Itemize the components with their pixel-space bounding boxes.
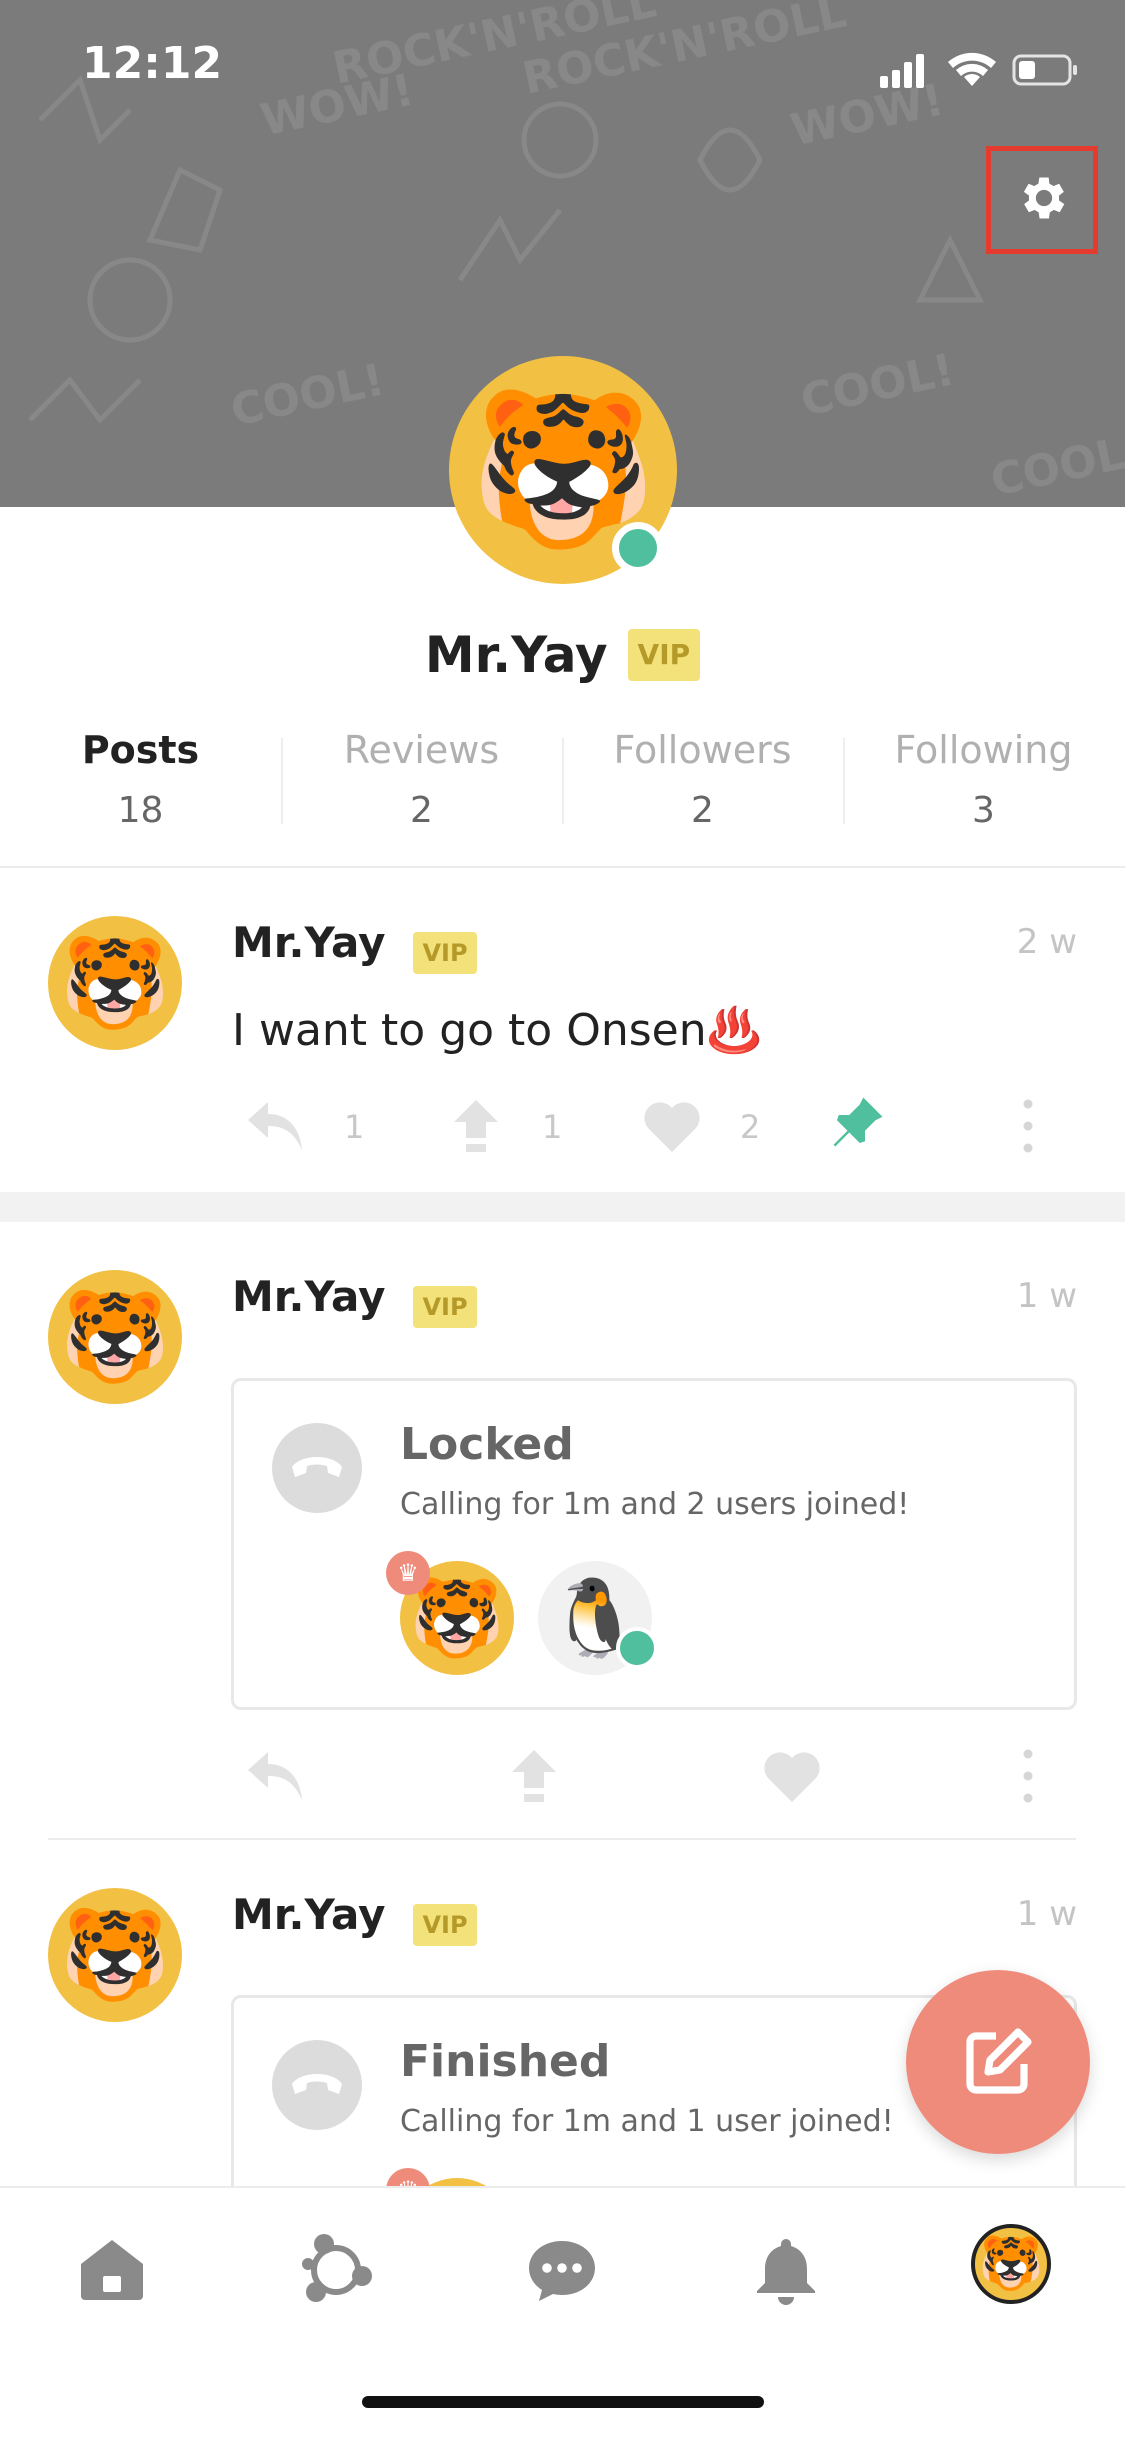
post-author-avatar[interactable]: 🐯 — [48, 1270, 182, 1404]
post-header: Mr.Yay VIP — [232, 1272, 477, 1328]
post-actions — [232, 1748, 1082, 1808]
post-timestamp: 2 w — [1016, 922, 1077, 962]
bell-icon — [757, 2239, 815, 2305]
divider — [0, 866, 1125, 868]
tab-following[interactable]: Following 3 — [843, 728, 1124, 831]
call-status-title: Finished — [400, 2036, 611, 2087]
battery-icon — [1012, 54, 1077, 86]
gear-icon[interactable] — [1016, 170, 1072, 226]
nav-chat[interactable] — [522, 2230, 602, 2310]
post-author-name[interactable]: Mr.Yay — [232, 918, 385, 967]
tab-label: Posts — [81, 728, 200, 772]
tab-count: 18 — [117, 790, 164, 831]
nav-home[interactable] — [72, 2230, 152, 2310]
call-card[interactable]: Locked Calling for 1m and 2 users joined… — [231, 1378, 1077, 1710]
phone-hangup-icon — [272, 1423, 362, 1513]
like-count: 2 — [740, 1108, 761, 1146]
compose-icon — [966, 2028, 1032, 2094]
tab-followers[interactable]: Followers 2 — [562, 728, 843, 831]
compose-button[interactable] — [906, 1970, 1090, 2154]
post-author-avatar[interactable]: 🐯 — [48, 916, 182, 1050]
tab-label: Reviews — [343, 728, 500, 772]
profile-name: Mr.Yay — [424, 626, 608, 684]
call-status-title: Locked — [400, 1419, 574, 1470]
post-header: Mr.Yay VIP — [232, 918, 477, 974]
tab-label: Following — [894, 728, 1073, 772]
tab-label: Followers — [613, 728, 792, 772]
tab-count: 2 — [691, 790, 714, 831]
post-separator — [0, 1192, 1125, 1222]
more-vertical-icon[interactable] — [1018, 1098, 1038, 1154]
signal-icon — [880, 54, 924, 88]
heart-icon[interactable] — [640, 1098, 704, 1154]
vip-badge: VIP — [413, 1903, 477, 1946]
post-author-name[interactable]: Mr.Yay — [232, 1272, 385, 1321]
status-icons — [880, 52, 1077, 88]
crown-icon: ♛ — [386, 1551, 430, 1595]
post-timestamp: 1 w — [1016, 1276, 1077, 1316]
reply-icon[interactable] — [244, 1098, 308, 1154]
online-status-dot — [612, 522, 664, 574]
network-icon — [302, 2234, 372, 2302]
chat-bubble-icon — [529, 2241, 595, 2301]
post-timestamp: 1 w — [1016, 1894, 1077, 1934]
profile-name-row: Mr.Yay VIP — [0, 626, 1125, 684]
reply-icon[interactable] — [244, 1748, 308, 1804]
tab-count: 3 — [972, 790, 995, 831]
reply-count: 1 — [344, 1108, 365, 1146]
user-badge-icon — [616, 1627, 658, 1669]
home-icon — [81, 2240, 143, 2300]
profile-avatar-icon[interactable]: 🐯 — [971, 2224, 1051, 2304]
pin-icon[interactable] — [826, 1094, 890, 1150]
vip-badge: VIP — [413, 1285, 477, 1328]
nav-network[interactable] — [296, 2230, 376, 2310]
vip-badge: VIP — [627, 629, 701, 681]
post-author-avatar[interactable]: 🐯 — [48, 1888, 182, 2022]
share-count: 1 — [542, 1108, 563, 1146]
status-time: 12:12 — [82, 38, 223, 89]
post-author-name[interactable]: Mr.Yay — [232, 1890, 385, 1939]
nav-notifications[interactable] — [746, 2230, 826, 2310]
home-indicator — [362, 2396, 764, 2408]
tab-posts[interactable]: Posts 18 — [0, 728, 281, 831]
tab-count: 2 — [410, 790, 433, 831]
vip-badge: VIP — [413, 931, 477, 974]
call-status-subtitle: Calling for 1m and 2 users joined! — [400, 1487, 910, 1522]
share-arrow-icon[interactable] — [502, 1748, 566, 1804]
call-status-subtitle: Calling for 1m and 1 user joined! — [400, 2104, 894, 2139]
post-separator — [48, 1838, 1076, 1840]
phone-hangup-icon — [272, 2040, 362, 2130]
post-text[interactable]: I want to go to Onsen♨️ — [232, 1004, 761, 1056]
heart-icon[interactable] — [760, 1748, 824, 1804]
wifi-icon — [948, 52, 996, 86]
share-arrow-icon[interactable] — [444, 1098, 508, 1154]
more-vertical-icon[interactable] — [1018, 1748, 1038, 1804]
tab-reviews[interactable]: Reviews 2 — [281, 728, 562, 831]
post-actions: 1 1 2 — [232, 1097, 1082, 1158]
post-header: Mr.Yay VIP — [232, 1890, 477, 1946]
